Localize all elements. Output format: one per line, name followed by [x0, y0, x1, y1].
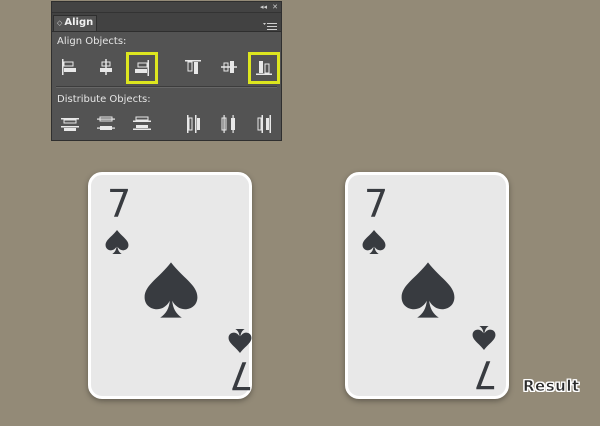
spade-small-rotated-icon: [228, 329, 252, 353]
close-panel-icon[interactable]: ✕: [272, 2, 278, 12]
spade-center-icon: [401, 262, 455, 318]
vertical-align-bottom-button[interactable]: [248, 52, 280, 84]
horizontal-distribute-center-icon: [221, 115, 235, 133]
result-label: Result: [523, 377, 580, 396]
spade-center-icon: [144, 262, 198, 318]
align-objects-label: Align Objects:: [57, 36, 127, 47]
align-panel: ◂◂ ✕ ◇ Align Align Objects: Distribute O…: [51, 1, 282, 141]
tab-align[interactable]: ◇ Align: [53, 15, 97, 31]
vertical-distribute-top-button[interactable]: [56, 110, 84, 138]
spade-small-rotated-icon: [472, 326, 496, 350]
spade-small-icon: [105, 230, 129, 254]
vertical-align-center-icon: [221, 61, 237, 73]
distribute-objects-label: Distribute Objects:: [57, 94, 151, 105]
horizontal-distribute-center-button[interactable]: [215, 110, 243, 138]
card-rank-bottom: 7: [473, 352, 498, 396]
horizontal-distribute-right-button[interactable]: [251, 110, 279, 138]
horizontal-align-center-icon: [100, 59, 112, 75]
card-rank-bottom: 7: [229, 353, 254, 397]
vertical-align-center-button[interactable]: [215, 53, 243, 81]
vertical-distribute-top-icon: [61, 118, 79, 131]
panel-menu-icon[interactable]: [263, 17, 277, 30]
horizontal-distribute-left-button[interactable]: [179, 110, 207, 138]
horizontal-align-right-icon: [135, 60, 149, 76]
tab-align-label: Align: [64, 17, 94, 28]
section-divider: [56, 86, 277, 88]
horizontal-align-left-button[interactable]: [55, 53, 83, 81]
horizontal-align-right-button[interactable]: [126, 52, 158, 84]
horizontal-align-center-button[interactable]: [92, 53, 120, 81]
spade-small-icon: [362, 230, 386, 254]
playing-card-before[interactable]: 7 7: [88, 172, 254, 399]
horizontal-align-left-icon: [62, 59, 76, 75]
card-rank-top: 7: [107, 182, 132, 226]
tab-chevron-icon: ◇: [57, 19, 63, 27]
vertical-distribute-bottom-icon: [133, 116, 151, 130]
panel-title-bar: ◂◂ ✕: [52, 2, 281, 13]
vertical-align-bottom-icon: [256, 61, 272, 75]
panel-tab-row: ◇ Align: [52, 13, 281, 32]
vertical-distribute-center-icon: [97, 116, 115, 130]
vertical-align-top-icon: [185, 60, 201, 74]
card-rank-top: 7: [364, 182, 389, 226]
vertical-distribute-bottom-button[interactable]: [128, 110, 156, 138]
horizontal-distribute-left-icon: [187, 115, 200, 133]
vertical-distribute-center-button[interactable]: [92, 110, 120, 138]
vertical-align-top-button[interactable]: [179, 53, 207, 81]
playing-card-result[interactable]: 7 7: [345, 172, 509, 399]
collapse-panel-icon[interactable]: ◂◂: [260, 2, 267, 12]
horizontal-distribute-right-icon: [257, 115, 271, 133]
